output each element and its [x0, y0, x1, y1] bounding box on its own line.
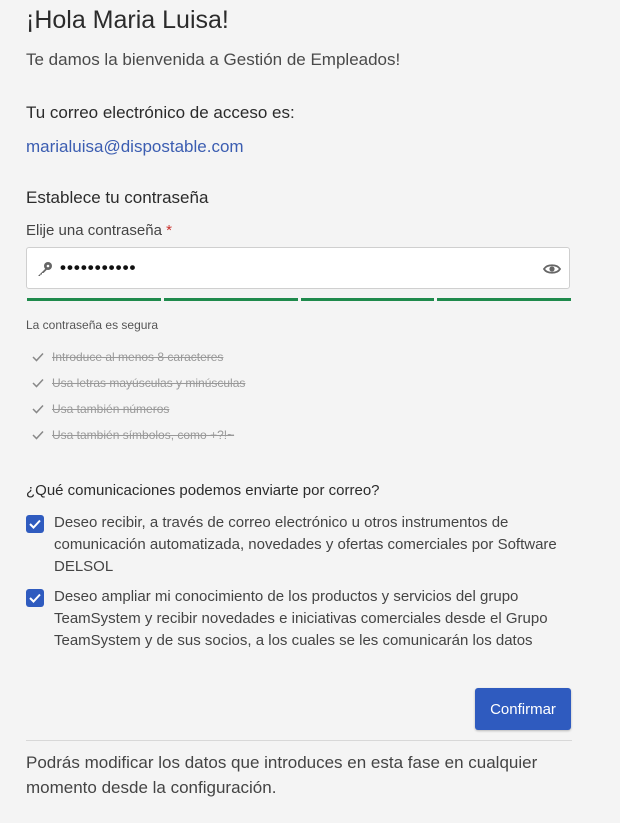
required-mark: * [166, 222, 172, 239]
check-icon [29, 593, 41, 603]
eye-icon[interactable] [543, 261, 561, 277]
welcome-text: Te damos la bienvenida a Gestión de Empl… [26, 50, 401, 69]
password-rule-text: Usa también símbolos, como +?!~ [52, 428, 235, 442]
password-value: ••••••••••• [60, 258, 137, 277]
access-email-label: Tu correo electrónico de acceso es: [26, 103, 295, 122]
password-strength-bar [27, 298, 571, 301]
greeting-title: ¡Hola Maria Luisa! [26, 6, 229, 34]
communications-title: ¿Qué comunicaciones podemos enviarte por… [26, 482, 380, 499]
password-rule-text: Usa también números [52, 402, 170, 416]
footer-note: Podrás modificar los datos que introduce… [26, 753, 538, 797]
password-strength-text: La contraseña es segura [26, 318, 159, 332]
check-icon [32, 430, 44, 440]
password-input[interactable]: ••••••••••• [26, 247, 570, 289]
check-icon [32, 352, 44, 362]
strength-segment [163, 298, 298, 301]
consent-checkbox-delsol[interactable] [26, 515, 44, 533]
consent-checkbox-teamsystem[interactable] [26, 589, 44, 607]
check-icon [29, 519, 41, 529]
divider [26, 740, 572, 741]
password-rule-text: Usa letras mayúsculas y minúsculas [52, 376, 246, 390]
check-icon [32, 378, 44, 388]
strength-segment [300, 298, 435, 301]
password-field-label: Elije una contraseña * [26, 222, 172, 239]
access-email: marialuisa@dispostable.com [26, 137, 244, 156]
consent-text-delsol: Deseo recibir, a través de correo electr… [54, 514, 557, 575]
strength-segment [27, 298, 161, 301]
key-icon [38, 262, 52, 276]
password-rule-text: Introduce al menos 8 caracteres [52, 350, 224, 364]
confirm-button[interactable]: Confirmar [475, 688, 571, 730]
password-section-title: Establece tu contraseña [26, 188, 209, 207]
consent-text-teamsystem: Deseo ampliar mi conocimiento de los pro… [54, 588, 548, 649]
check-icon [32, 404, 44, 414]
strength-segment [437, 298, 571, 301]
